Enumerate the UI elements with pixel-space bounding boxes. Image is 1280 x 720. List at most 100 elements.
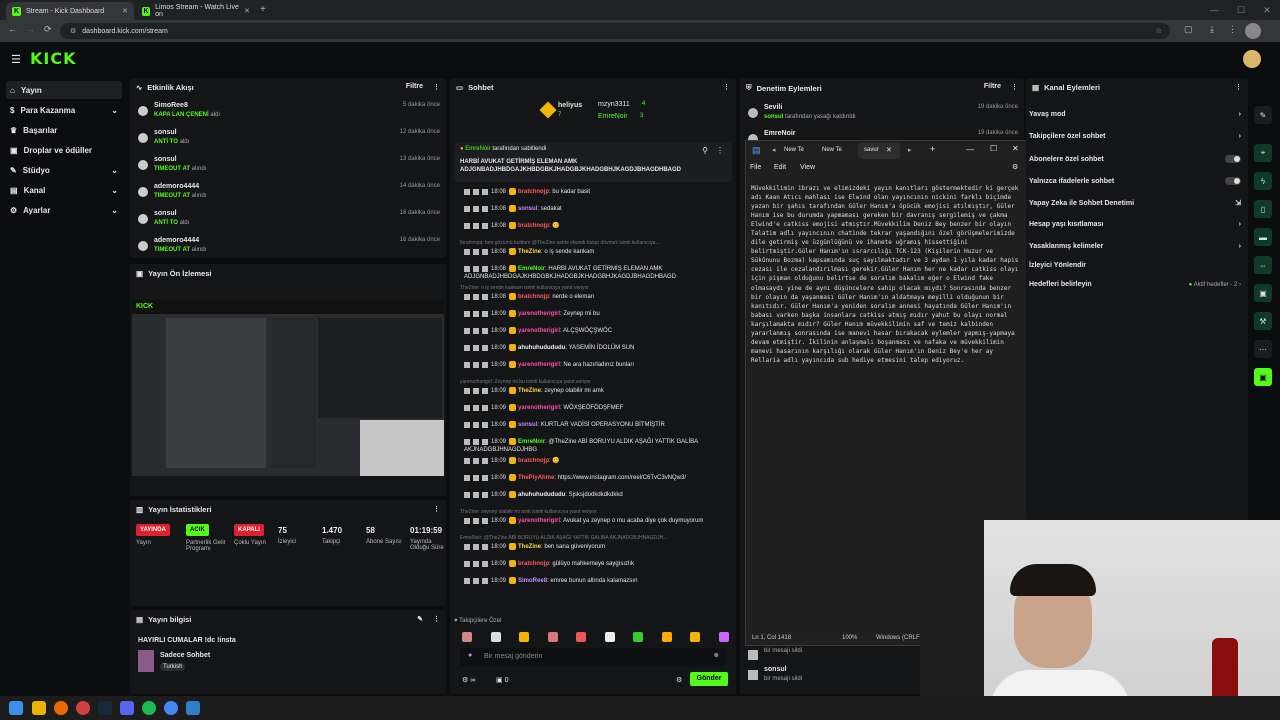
close-tab-icon[interactable]: ✕ (886, 146, 892, 154)
phone-icon[interactable]: ▯ (1254, 200, 1272, 218)
ban-icon[interactable] (482, 293, 488, 300)
gear-icon[interactable]: ⚙ (676, 676, 682, 684)
top-user-name[interactable]: EmreNoir (598, 113, 628, 120)
emoji-picker-icon[interactable]: ☻ (713, 652, 720, 659)
delete-icon[interactable] (464, 222, 470, 229)
mic-icon[interactable]: ● (468, 652, 472, 659)
ban-icon[interactable] (482, 474, 488, 481)
top-user-name[interactable]: heliyus (558, 102, 582, 109)
emote-icon[interactable] (718, 632, 729, 642)
more-icon[interactable]: ⋮ (716, 146, 724, 155)
menu-view[interactable]: View (800, 164, 815, 171)
site-info-icon[interactable]: ⚙ (70, 27, 76, 35)
expand-icon[interactable]: ⇔ (1254, 256, 1272, 274)
scroll-right-icon[interactable]: ▸ (908, 146, 912, 154)
reload-icon[interactable]: ⟳ (44, 24, 52, 35)
chat-username[interactable]: ahuhuhudududu (518, 345, 565, 351)
profile-avatar[interactable] (1245, 23, 1261, 39)
back-icon[interactable]: ← (8, 24, 17, 34)
delete-icon[interactable] (464, 421, 470, 428)
chat-username[interactable]: bratchnojp (518, 458, 549, 464)
chat-input[interactable]: ● Bir mesaj gönderin ☻ (460, 648, 726, 666)
channel-action-item[interactable]: Yalnızca ifadelerle sohbet (1029, 177, 1241, 185)
stream-preview-video[interactable]: KICK (132, 300, 444, 476)
activity-username[interactable]: ademoro4444 (154, 237, 199, 244)
chat-bubble-icon[interactable]: ▬ (1254, 228, 1272, 246)
gift-icon[interactable]: ▣ (1254, 284, 1272, 302)
chat-username[interactable]: yarenotherigirl (518, 405, 560, 411)
wrench-icon[interactable]: ⚒ (1254, 312, 1272, 330)
delete-icon[interactable] (464, 265, 470, 272)
delete-icon[interactable] (464, 327, 470, 334)
close-icon[interactable]: ✕ (1263, 5, 1271, 16)
chat-username[interactable]: TheZine (518, 388, 541, 394)
edit-icon[interactable]: ✎ (417, 615, 423, 623)
emote-icon[interactable] (604, 632, 615, 642)
minimize-icon[interactable]: — (966, 145, 974, 154)
ban-icon[interactable] (482, 577, 488, 584)
more-icon[interactable]: ⋮ (433, 83, 440, 91)
filter-button[interactable]: Filtre (984, 83, 1001, 91)
timeout-icon[interactable] (473, 387, 479, 394)
more-icon[interactable]: ⋮ (1011, 83, 1018, 91)
language-tag[interactable]: Turkish (160, 663, 186, 671)
timeout-icon[interactable] (473, 560, 479, 567)
scroll-left-icon[interactable]: ◂ (772, 146, 776, 154)
maximize-icon[interactable]: ☐ (1237, 5, 1245, 16)
timeout-icon[interactable] (473, 517, 479, 524)
timeout-icon[interactable] (473, 265, 479, 272)
close-icon[interactable]: ✕ (1012, 144, 1019, 153)
emote-icon[interactable] (519, 632, 529, 642)
ban-icon[interactable] (482, 344, 488, 351)
spotify-icon[interactable] (142, 701, 156, 715)
bolt-icon[interactable]: ϟ (1254, 172, 1272, 190)
category-name[interactable]: Sadece Sohbet (160, 652, 210, 659)
timeout-icon[interactable] (473, 188, 479, 195)
delete-icon[interactable] (464, 188, 470, 195)
sidebar-item-studyo[interactable]: ✎ Stüdyo ⌄ (6, 161, 122, 179)
delete-icon[interactable] (464, 361, 470, 368)
timeout-icon[interactable] (473, 248, 479, 255)
notepad-tab[interactable]: New Te (784, 147, 804, 153)
delete-icon[interactable] (464, 310, 470, 317)
delete-icon[interactable] (464, 205, 470, 212)
ban-icon[interactable] (482, 543, 488, 550)
send-button[interactable]: Gönder (690, 672, 728, 686)
chat-username[interactable]: yarenotherigirl (518, 311, 560, 317)
notepad-taskbar-icon[interactable] (186, 701, 200, 715)
emote-icon[interactable] (690, 632, 700, 642)
notepad-text-area[interactable]: Müvekkilimin ibrazı ve elimizdeki yayın … (751, 184, 1025, 365)
timeout-icon[interactable] (473, 404, 479, 411)
activity-username[interactable]: sonsul (154, 129, 177, 136)
maximize-icon[interactable]: ☐ (990, 144, 997, 153)
ban-icon[interactable] (482, 265, 488, 272)
filter-button[interactable]: Filtre (406, 83, 423, 91)
chat-username[interactable]: sonsul (518, 422, 537, 428)
crosshair-icon[interactable]: ⌖ (1254, 144, 1272, 162)
chrome-icon[interactable] (164, 701, 178, 715)
chat-username[interactable]: yarenotherigirl (518, 328, 560, 334)
chat-username[interactable]: bratchnojp (518, 223, 549, 229)
delete-icon[interactable] (464, 344, 470, 351)
chat-username[interactable]: EmreNoir (518, 266, 545, 272)
obs-icon[interactable] (76, 701, 90, 715)
chat-username[interactable]: SimoRee8 (518, 578, 547, 584)
timeout-icon[interactable] (473, 438, 479, 445)
timeout-icon[interactable] (473, 474, 479, 481)
hamburger-menu-icon[interactable]: ☰ (11, 53, 21, 66)
chat-username[interactable]: TheZine (518, 544, 541, 550)
ban-icon[interactable] (482, 491, 488, 498)
ban-icon[interactable] (482, 361, 488, 368)
menu-edit[interactable]: Edit (774, 164, 786, 171)
ban-icon[interactable] (482, 310, 488, 317)
close-tab-icon[interactable]: ✕ (122, 7, 128, 15)
start-icon[interactable] (9, 701, 23, 715)
sidebar-item-para-kazanma[interactable]: $ Para Kazanma ⌄ (6, 101, 122, 119)
activity-username[interactable]: sonsul (154, 156, 177, 163)
minimize-icon[interactable]: — (1210, 5, 1219, 15)
channel-action-item[interactable]: Takipçilere özel sohbet › (1029, 133, 1241, 140)
timeout-icon[interactable] (473, 293, 479, 300)
firefox-icon[interactable] (54, 701, 68, 715)
ban-icon[interactable] (482, 327, 488, 334)
chat-username[interactable]: bratchnojp (518, 561, 549, 567)
